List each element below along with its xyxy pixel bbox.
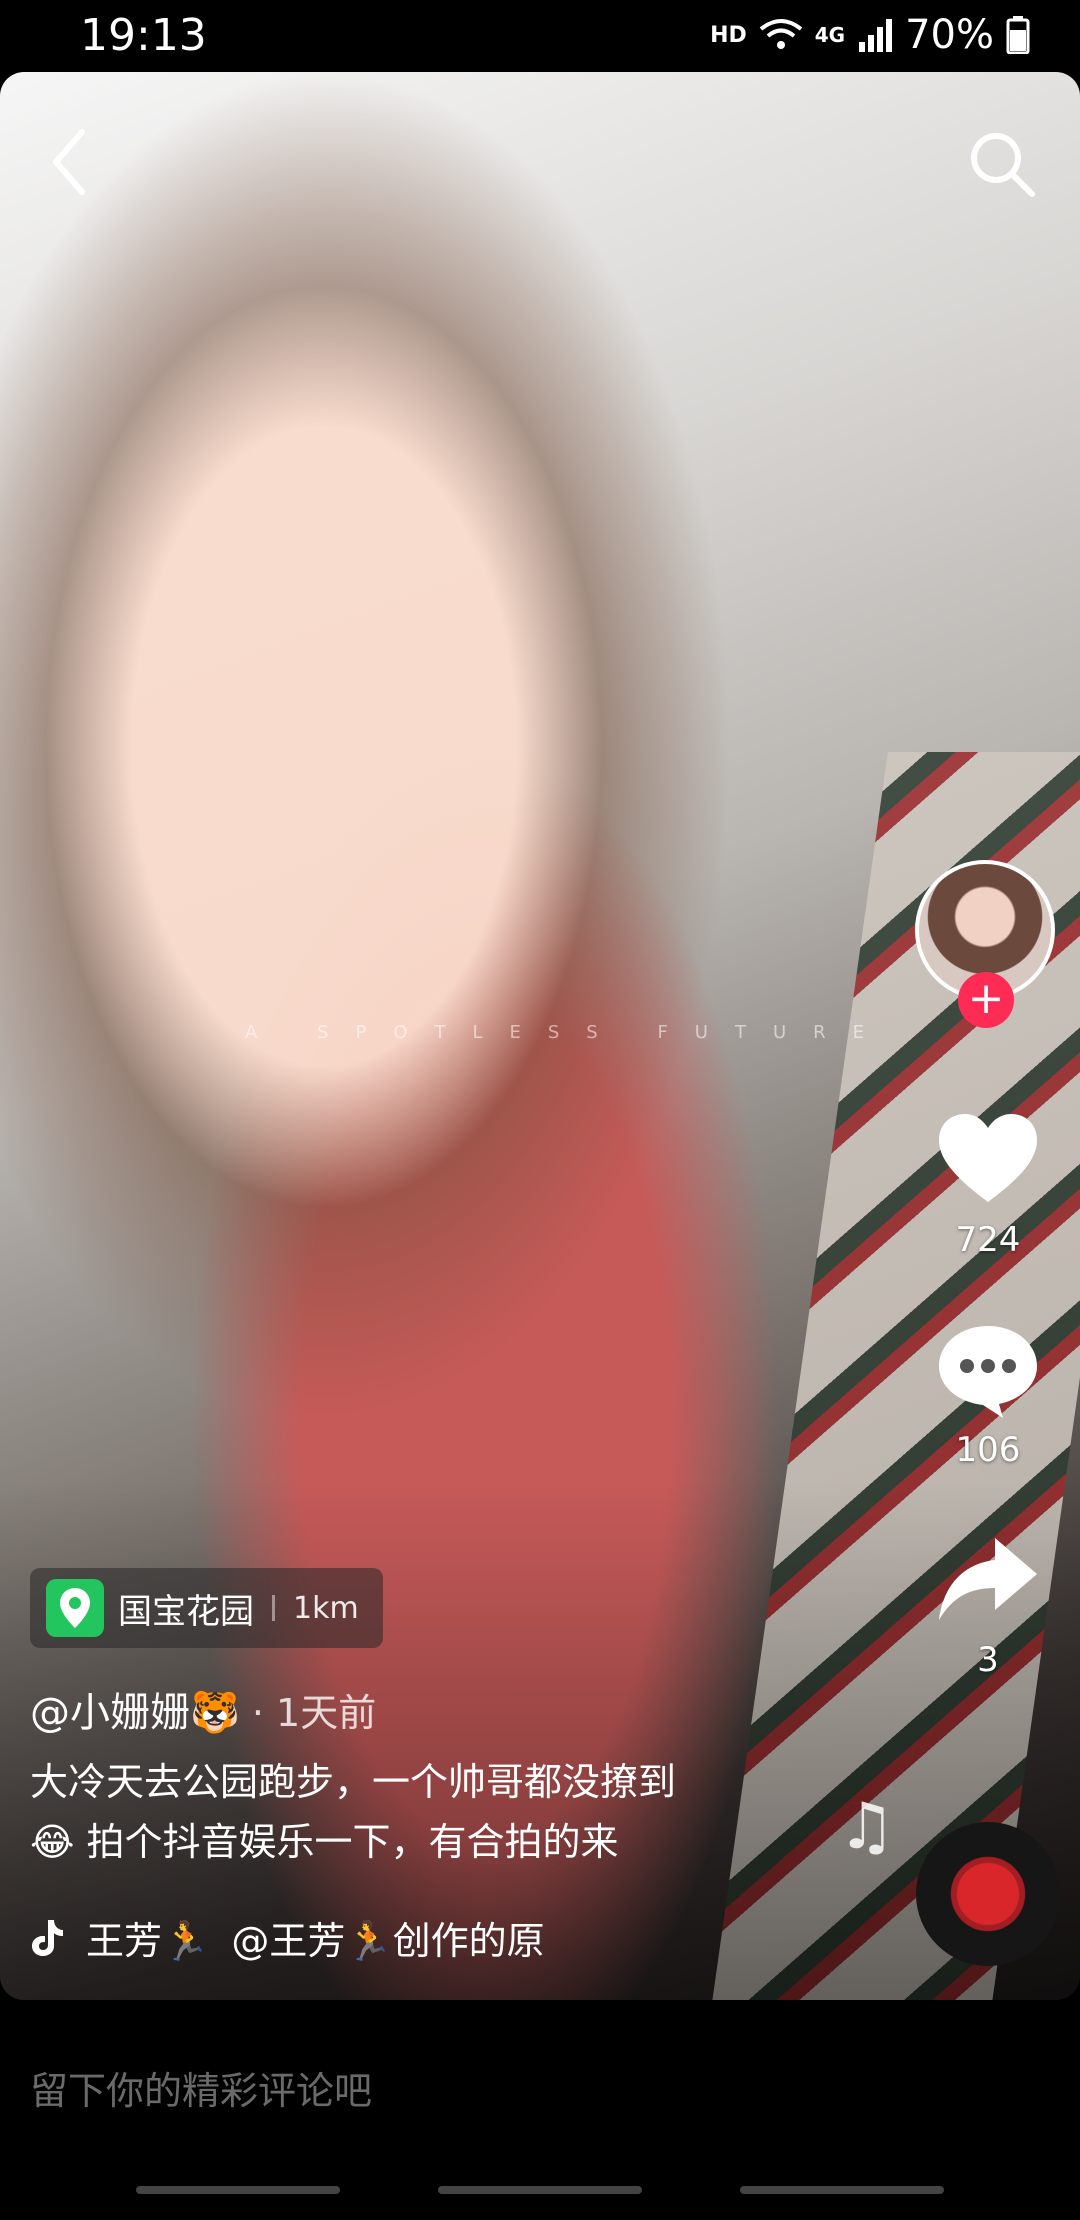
comment-button[interactable]: 106: [920, 1320, 1056, 1470]
heart-icon: [939, 1114, 1037, 1202]
sound-title: @王芳🏃创作的原: [231, 1919, 545, 1963]
shirt-watermark-text: A SPOTLESS FUTURE: [245, 1022, 892, 1043]
sound-creator: 王芳🏃: [86, 1919, 210, 1963]
comment-bubble-icon: [939, 1326, 1037, 1418]
wifi-icon: [759, 19, 802, 49]
location-distance: 1km: [293, 1590, 359, 1626]
sound-line[interactable]: 王芳🏃 @王芳🏃创作的原: [30, 1910, 545, 1965]
system-nav-bar: [0, 2186, 1080, 2200]
share-button[interactable]: 3: [920, 1530, 1056, 1680]
status-bar: 19:13 HD 4G 70%: [0, 0, 1080, 72]
author-line: @小姗姗🐯 · 1天前: [30, 1680, 376, 1738]
search-icon: [971, 133, 1035, 197]
like-count: 724: [955, 1220, 1021, 1260]
signal-icon: [859, 19, 893, 52]
share-count: 3: [977, 1640, 999, 1680]
battery-icon: [1006, 16, 1030, 54]
tiktok-note-icon: [32, 1919, 63, 1956]
post-time: · 1天前: [239, 1691, 377, 1735]
nav-bar-center[interactable]: [438, 2186, 642, 2194]
caption-line-1: 大冷天去公园跑步，一个帅哥都没撩到: [30, 1760, 677, 1804]
like-button[interactable]: 724: [920, 1110, 1056, 1260]
back-arrow-icon: [53, 129, 85, 195]
comment-count: 106: [955, 1430, 1021, 1470]
network-type: 4G: [814, 23, 846, 47]
location-pin-icon: [46, 1579, 104, 1637]
author-name[interactable]: @小姗姗🐯: [30, 1690, 240, 1736]
location-divider: [272, 1595, 275, 1621]
hd-indicator: HD: [710, 22, 747, 48]
music-disc-button[interactable]: [916, 1822, 1060, 1966]
caption-line-2: 😂 拍个抖音娱乐一下，有合拍的来: [30, 1820, 619, 1864]
music-note-icon: ♫: [838, 1790, 896, 1864]
share-arrow-icon: [939, 1538, 1037, 1620]
follow-button[interactable]: +: [958, 972, 1014, 1028]
status-time: 19:13: [80, 10, 207, 61]
nav-bar-left[interactable]: [136, 2186, 340, 2194]
back-button[interactable]: [38, 120, 102, 204]
nav-bar-right[interactable]: [740, 2186, 944, 2194]
status-icons: HD 4G 70%: [710, 12, 1030, 58]
battery-percent: 70%: [905, 12, 994, 58]
location-tag[interactable]: 国宝花园 1km: [30, 1568, 383, 1648]
comment-input[interactable]: 留下你的精彩评论吧: [30, 2060, 372, 2115]
post-caption: 大冷天去公园跑步，一个帅哥都没撩到 😂 拍个抖音娱乐一下，有合拍的来: [30, 1752, 790, 1872]
search-button[interactable]: [962, 124, 1042, 204]
location-name: 国宝花园: [118, 1591, 254, 1632]
